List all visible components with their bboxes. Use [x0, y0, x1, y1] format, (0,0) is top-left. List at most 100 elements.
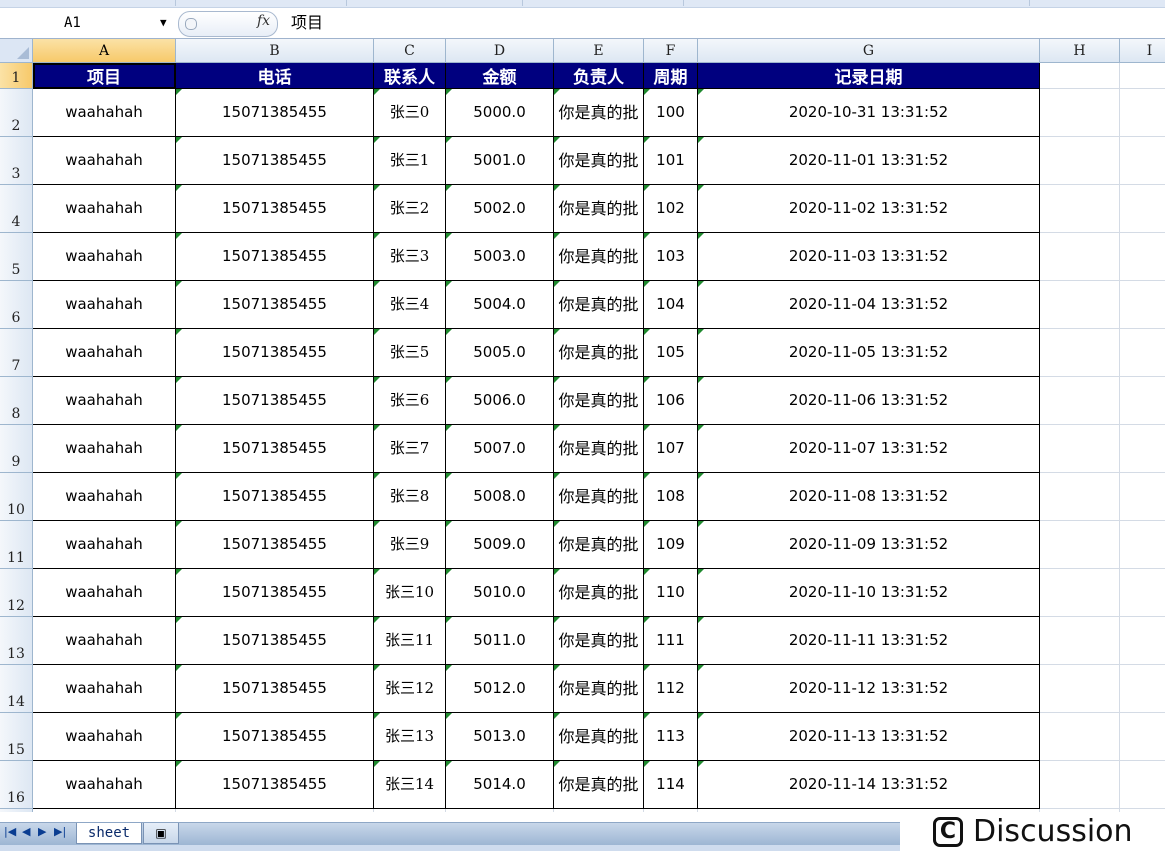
cell-a15[interactable]: waahahah	[33, 713, 176, 761]
column-header-d[interactable]: D	[446, 39, 554, 63]
cell-b6[interactable]: 15071385455	[176, 281, 374, 329]
cell-d14[interactable]: 5012.0	[446, 665, 554, 713]
cell-f10[interactable]: 108	[644, 473, 698, 521]
cell-e2[interactable]: 你是真的批	[554, 89, 644, 137]
cell-c4[interactable]: 张三2	[374, 185, 446, 233]
cell-e4[interactable]: 你是真的批	[554, 185, 644, 233]
cell-c9[interactable]: 张三7	[374, 425, 446, 473]
resize-handle-icon[interactable]	[185, 18, 197, 30]
cell-b14[interactable]: 15071385455	[176, 665, 374, 713]
cell-d3[interactable]: 5001.0	[446, 137, 554, 185]
cell-a12[interactable]: waahahah	[33, 569, 176, 617]
next-sheet-icon[interactable]: ▶	[38, 825, 46, 838]
cell-d5[interactable]: 5003.0	[446, 233, 554, 281]
cell-f8[interactable]: 106	[644, 377, 698, 425]
cell-b9[interactable]: 15071385455	[176, 425, 374, 473]
row-header-6[interactable]: 6	[0, 281, 33, 329]
row-header-11[interactable]: 11	[0, 521, 33, 569]
row-header-14[interactable]: 14	[0, 665, 33, 713]
row-header-13[interactable]: 13	[0, 617, 33, 665]
cell-d12[interactable]: 5010.0	[446, 569, 554, 617]
select-all-corner[interactable]	[0, 39, 33, 63]
cell-e8[interactable]: 你是真的批	[554, 377, 644, 425]
cell-g5[interactable]: 2020-11-03 13:31:52	[698, 233, 1040, 281]
cell-d16[interactable]: 5014.0	[446, 761, 554, 809]
cell-a7[interactable]: waahahah	[33, 329, 176, 377]
cell-b5[interactable]: 15071385455	[176, 233, 374, 281]
cell-d15[interactable]: 5013.0	[446, 713, 554, 761]
column-header-c[interactable]: C	[374, 39, 446, 63]
row-header-7[interactable]: 7	[0, 329, 33, 377]
row-header-1[interactable]: 1	[0, 63, 33, 89]
cell-g8[interactable]: 2020-11-06 13:31:52	[698, 377, 1040, 425]
cell-b7[interactable]: 15071385455	[176, 329, 374, 377]
cell-b13[interactable]: 15071385455	[176, 617, 374, 665]
cell-g13[interactable]: 2020-11-11 13:31:52	[698, 617, 1040, 665]
cell-b16[interactable]: 15071385455	[176, 761, 374, 809]
sheet-tab[interactable]: sheet	[76, 823, 142, 844]
cell-g15[interactable]: 2020-11-13 13:31:52	[698, 713, 1040, 761]
cell-f4[interactable]: 102	[644, 185, 698, 233]
cell-a4[interactable]: waahahah	[33, 185, 176, 233]
fx-icon[interactable]: fx	[257, 13, 270, 29]
cell-c8[interactable]: 张三6	[374, 377, 446, 425]
cell-d11[interactable]: 5009.0	[446, 521, 554, 569]
cell-e12[interactable]: 你是真的批	[554, 569, 644, 617]
cell-b10[interactable]: 15071385455	[176, 473, 374, 521]
cell-c12[interactable]: 张三10	[374, 569, 446, 617]
cell-f15[interactable]: 113	[644, 713, 698, 761]
column-header-g[interactable]: G	[698, 39, 1040, 63]
cell-e14[interactable]: 你是真的批	[554, 665, 644, 713]
cell-g4[interactable]: 2020-11-02 13:31:52	[698, 185, 1040, 233]
cell-g9[interactable]: 2020-11-07 13:31:52	[698, 425, 1040, 473]
row-header-3[interactable]: 3	[0, 137, 33, 185]
cell-e11[interactable]: 你是真的批	[554, 521, 644, 569]
cell-a13[interactable]: waahahah	[33, 617, 176, 665]
header-cell-d[interactable]: 金额	[446, 63, 554, 89]
header-cell-g[interactable]: 记录日期	[698, 63, 1040, 89]
cell-e15[interactable]: 你是真的批	[554, 713, 644, 761]
cell-f7[interactable]: 105	[644, 329, 698, 377]
cell-f16[interactable]: 114	[644, 761, 698, 809]
cell-f14[interactable]: 112	[644, 665, 698, 713]
cell-e16[interactable]: 你是真的批	[554, 761, 644, 809]
cell-a6[interactable]: waahahah	[33, 281, 176, 329]
cell-b8[interactable]: 15071385455	[176, 377, 374, 425]
cell-f5[interactable]: 103	[644, 233, 698, 281]
last-sheet-icon[interactable]: ▶|	[54, 825, 66, 838]
row-header-8[interactable]: 8	[0, 377, 33, 425]
cell-c3[interactable]: 张三1	[374, 137, 446, 185]
formula-input[interactable]: 项目	[291, 12, 323, 34]
cell-e7[interactable]: 你是真的批	[554, 329, 644, 377]
cell-g16[interactable]: 2020-11-14 13:31:52	[698, 761, 1040, 809]
cell-c6[interactable]: 张三4	[374, 281, 446, 329]
cell-f6[interactable]: 104	[644, 281, 698, 329]
cell-b2[interactable]: 15071385455	[176, 89, 374, 137]
cell-c16[interactable]: 张三14	[374, 761, 446, 809]
prev-sheet-icon[interactable]: ◀	[22, 825, 30, 838]
header-cell-e[interactable]: 负责人	[554, 63, 644, 89]
name-box[interactable]: A1 ▼	[2, 11, 172, 35]
cell-a9[interactable]: waahahah	[33, 425, 176, 473]
cell-f11[interactable]: 109	[644, 521, 698, 569]
row-header-9[interactable]: 9	[0, 425, 33, 473]
cell-e13[interactable]: 你是真的批	[554, 617, 644, 665]
row-header-4[interactable]: 4	[0, 185, 33, 233]
cell-e5[interactable]: 你是真的批	[554, 233, 644, 281]
cell-b15[interactable]: 15071385455	[176, 713, 374, 761]
cell-g14[interactable]: 2020-11-12 13:31:52	[698, 665, 1040, 713]
cell-f13[interactable]: 111	[644, 617, 698, 665]
column-header-e[interactable]: E	[554, 39, 644, 63]
cell-c5[interactable]: 张三3	[374, 233, 446, 281]
cell-d13[interactable]: 5011.0	[446, 617, 554, 665]
row-header-10[interactable]: 10	[0, 473, 33, 521]
cell-c10[interactable]: 张三8	[374, 473, 446, 521]
cell-e6[interactable]: 你是真的批	[554, 281, 644, 329]
cell-d4[interactable]: 5002.0	[446, 185, 554, 233]
row-header-12[interactable]: 12	[0, 569, 33, 617]
cell-g12[interactable]: 2020-11-10 13:31:52	[698, 569, 1040, 617]
column-header-b[interactable]: B	[176, 39, 374, 63]
row-header-15[interactable]: 15	[0, 713, 33, 761]
insert-sheet-icon[interactable]: ▣	[143, 823, 179, 844]
cell-a3[interactable]: waahahah	[33, 137, 176, 185]
